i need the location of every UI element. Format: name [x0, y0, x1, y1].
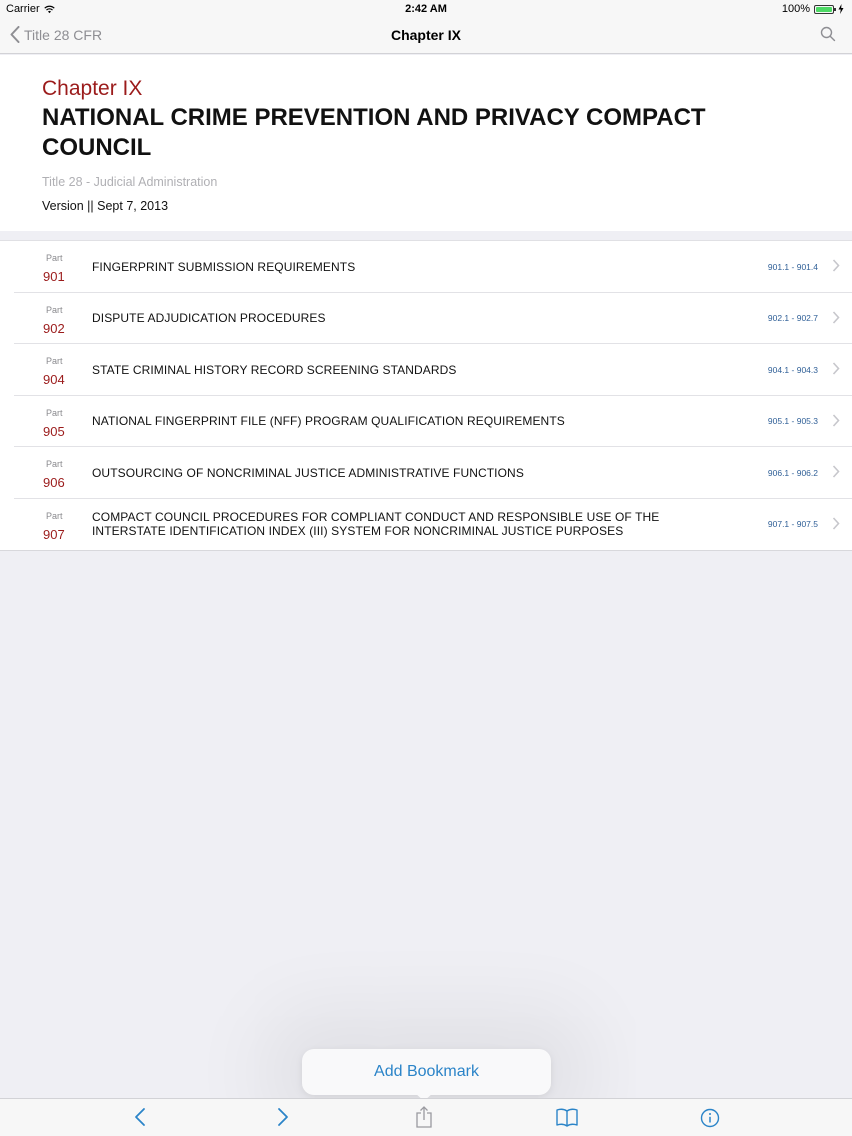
part-number: 902	[43, 320, 65, 336]
chevron-right-icon	[832, 362, 840, 375]
part-label: Part	[46, 459, 63, 469]
status-time: 2:42 AM	[405, 3, 447, 15]
version-label: Version || Sept 7, 2013	[42, 199, 169, 213]
part-label: Part	[46, 253, 63, 263]
forward-arrow-icon	[278, 1108, 288, 1126]
charging-bolt-icon	[838, 4, 844, 14]
part-label: Part	[46, 510, 63, 521]
chapter-header: Chapter IX NATIONAL CRIME PREVENTION AND…	[0, 55, 852, 231]
add-bookmark-button[interactable]: Add Bookmark	[302, 1049, 551, 1095]
chevron-right-icon	[832, 259, 840, 272]
list-item[interactable]: Part 901 FINGERPRINT SUBMISSION REQUIREM…	[0, 241, 852, 293]
list-item[interactable]: Part 904 STATE CRIMINAL HISTORY RECORD S…	[0, 344, 852, 396]
bottom-toolbar	[0, 1098, 852, 1136]
nav-title: Chapter IX	[390, 27, 461, 43]
part-name: NATIONAL FINGERPRINT FILE (NFF) PROGRAM …	[92, 414, 565, 428]
info-button[interactable]	[700, 1108, 720, 1133]
part-name: FINGERPRINT SUBMISSION REQUIREMENTS	[92, 259, 356, 274]
chevron-right-icon	[832, 413, 840, 427]
back-arrow-button[interactable]	[133, 1107, 147, 1132]
chapter-title: NATIONAL CRIME PREVENTION AND PRIVACY CO…	[42, 104, 706, 161]
list-item[interactable]: Part 902 DISPUTE ADJUDICATION PROCEDURES…	[0, 293, 852, 344]
part-range: 902.1 - 902.7	[767, 313, 818, 323]
back-arrow-icon	[135, 1108, 145, 1126]
list-item[interactable]: Part 907 COMPACT COUNCIL PROCEDURES FOR …	[0, 499, 852, 551]
bookmarks-button[interactable]	[555, 1107, 579, 1132]
part-name: COMPACT COUNCIL PROCEDURES FOR COMPLIANT…	[92, 510, 660, 538]
part-label: Part	[46, 407, 63, 418]
list-item[interactable]: Part 906 OUTSOURCING OF NONCRIMINAL JUST…	[0, 447, 852, 499]
part-number: 907	[43, 526, 65, 542]
part-range: 906.1 - 906.2	[767, 467, 818, 478]
battery-percent: 100%	[781, 3, 810, 15]
part-number: 906	[43, 475, 65, 490]
search-button[interactable]	[820, 26, 836, 47]
part-range: 901.1 - 901.4	[767, 261, 818, 272]
part-range: 907.1 - 907.5	[767, 519, 818, 529]
title-subtitle: Title 28 - Judicial Administration	[42, 175, 218, 189]
chevron-right-icon	[832, 310, 840, 324]
part-number: 905	[43, 423, 65, 439]
part-label: Part	[46, 356, 63, 366]
part-name: STATE CRIMINAL HISTORY RECORD SCREENING …	[92, 362, 457, 377]
search-icon	[820, 26, 836, 42]
battery-icon	[814, 4, 836, 14]
status-bar: Carrier 2:42 AM 100%	[0, 0, 852, 18]
part-number: 904	[43, 372, 65, 387]
forward-arrow-button[interactable]	[276, 1107, 290, 1132]
parts-list: Part 901 FINGERPRINT SUBMISSION REQUIREM…	[0, 240, 852, 551]
battery-indicator: 100%	[782, 3, 844, 15]
part-label: Part	[46, 304, 63, 315]
navigation-bar: Title 28 CFR Chapter IX	[0, 18, 852, 54]
part-range: 905.1 - 905.3	[767, 416, 818, 426]
book-icon	[556, 1108, 578, 1127]
part-range: 904.1 - 904.3	[767, 364, 818, 375]
part-name: OUTSOURCING OF NONCRIMINAL JUSTICE ADMIN…	[92, 465, 524, 480]
info-icon	[700, 1108, 720, 1128]
share-icon	[416, 1106, 432, 1128]
part-name: DISPUTE ADJUDICATION PROCEDURES	[92, 311, 326, 325]
share-button[interactable]	[415, 1105, 433, 1134]
part-number: 901	[43, 269, 65, 284]
list-item[interactable]: Part 905 NATIONAL FINGERPRINT FILE (NFF)…	[0, 396, 852, 447]
chapter-label: Chapter IX	[42, 77, 143, 100]
chevron-right-icon	[832, 465, 840, 478]
add-bookmark-label: Add Bookmark	[374, 1063, 479, 1080]
chevron-right-icon	[832, 516, 840, 530]
